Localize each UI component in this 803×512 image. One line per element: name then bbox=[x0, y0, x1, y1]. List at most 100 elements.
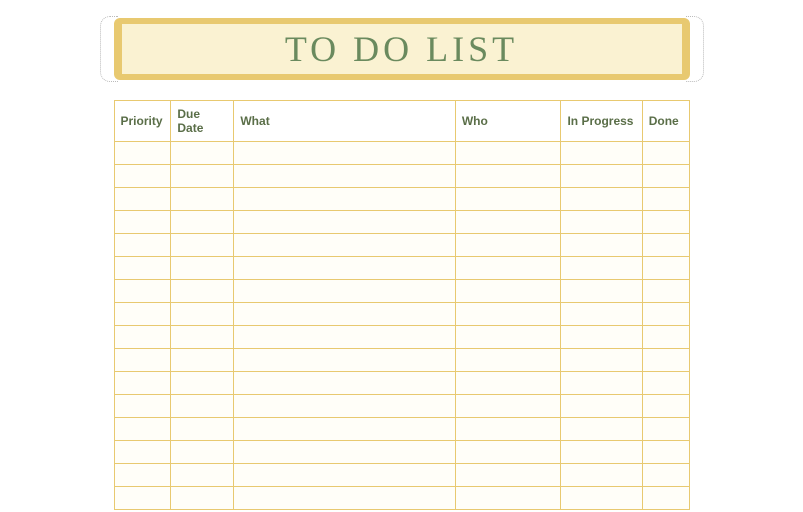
cell-who[interactable] bbox=[455, 234, 561, 257]
cell-due-date[interactable] bbox=[171, 234, 234, 257]
cell-what[interactable] bbox=[234, 234, 455, 257]
cell-what[interactable] bbox=[234, 418, 455, 441]
cell-what[interactable] bbox=[234, 464, 455, 487]
cell-done[interactable] bbox=[642, 395, 689, 418]
cell-done[interactable] bbox=[642, 211, 689, 234]
cell-in-progress[interactable] bbox=[561, 257, 642, 280]
cell-done[interactable] bbox=[642, 303, 689, 326]
cell-priority[interactable] bbox=[114, 418, 171, 441]
cell-in-progress[interactable] bbox=[561, 280, 642, 303]
cell-due-date[interactable] bbox=[171, 487, 234, 510]
cell-what[interactable] bbox=[234, 280, 455, 303]
cell-who[interactable] bbox=[455, 142, 561, 165]
cell-priority[interactable] bbox=[114, 280, 171, 303]
cell-done[interactable] bbox=[642, 188, 689, 211]
cell-priority[interactable] bbox=[114, 372, 171, 395]
cell-in-progress[interactable] bbox=[561, 395, 642, 418]
cell-done[interactable] bbox=[642, 234, 689, 257]
cell-due-date[interactable] bbox=[171, 464, 234, 487]
cell-priority[interactable] bbox=[114, 395, 171, 418]
cell-in-progress[interactable] bbox=[561, 303, 642, 326]
cell-who[interactable] bbox=[455, 395, 561, 418]
cell-priority[interactable] bbox=[114, 188, 171, 211]
cell-what[interactable] bbox=[234, 211, 455, 234]
cell-who[interactable] bbox=[455, 349, 561, 372]
cell-in-progress[interactable] bbox=[561, 418, 642, 441]
cell-priority[interactable] bbox=[114, 326, 171, 349]
cell-who[interactable] bbox=[455, 257, 561, 280]
cell-who[interactable] bbox=[455, 487, 561, 510]
cell-in-progress[interactable] bbox=[561, 142, 642, 165]
cell-priority[interactable] bbox=[114, 487, 171, 510]
cell-due-date[interactable] bbox=[171, 257, 234, 280]
col-header-priority: Priority bbox=[114, 101, 171, 142]
cell-in-progress[interactable] bbox=[561, 372, 642, 395]
cell-due-date[interactable] bbox=[171, 326, 234, 349]
cell-what[interactable] bbox=[234, 372, 455, 395]
cell-due-date[interactable] bbox=[171, 372, 234, 395]
cell-due-date[interactable] bbox=[171, 188, 234, 211]
cell-what[interactable] bbox=[234, 326, 455, 349]
cell-priority[interactable] bbox=[114, 211, 171, 234]
cell-who[interactable] bbox=[455, 303, 561, 326]
table-row bbox=[114, 188, 689, 211]
cell-what[interactable] bbox=[234, 142, 455, 165]
cell-what[interactable] bbox=[234, 188, 455, 211]
cell-priority[interactable] bbox=[114, 349, 171, 372]
cell-due-date[interactable] bbox=[171, 418, 234, 441]
cell-what[interactable] bbox=[234, 395, 455, 418]
cell-what[interactable] bbox=[234, 349, 455, 372]
cell-done[interactable] bbox=[642, 257, 689, 280]
cell-priority[interactable] bbox=[114, 257, 171, 280]
cell-due-date[interactable] bbox=[171, 395, 234, 418]
cell-done[interactable] bbox=[642, 165, 689, 188]
cell-done[interactable] bbox=[642, 487, 689, 510]
cell-what[interactable] bbox=[234, 441, 455, 464]
cell-done[interactable] bbox=[642, 142, 689, 165]
cell-what[interactable] bbox=[234, 303, 455, 326]
cell-in-progress[interactable] bbox=[561, 165, 642, 188]
cell-who[interactable] bbox=[455, 280, 561, 303]
cell-priority[interactable] bbox=[114, 142, 171, 165]
cell-who[interactable] bbox=[455, 372, 561, 395]
cell-priority[interactable] bbox=[114, 234, 171, 257]
cell-priority[interactable] bbox=[114, 165, 171, 188]
cell-due-date[interactable] bbox=[171, 349, 234, 372]
cell-due-date[interactable] bbox=[171, 303, 234, 326]
cell-in-progress[interactable] bbox=[561, 441, 642, 464]
cell-due-date[interactable] bbox=[171, 211, 234, 234]
cell-done[interactable] bbox=[642, 372, 689, 395]
cell-in-progress[interactable] bbox=[561, 234, 642, 257]
cell-priority[interactable] bbox=[114, 303, 171, 326]
cell-due-date[interactable] bbox=[171, 165, 234, 188]
cell-in-progress[interactable] bbox=[561, 326, 642, 349]
cell-priority[interactable] bbox=[114, 441, 171, 464]
cell-done[interactable] bbox=[642, 280, 689, 303]
cell-who[interactable] bbox=[455, 418, 561, 441]
cell-done[interactable] bbox=[642, 326, 689, 349]
cell-who[interactable] bbox=[455, 441, 561, 464]
cell-done[interactable] bbox=[642, 441, 689, 464]
cell-who[interactable] bbox=[455, 165, 561, 188]
cell-who[interactable] bbox=[455, 211, 561, 234]
cell-done[interactable] bbox=[642, 464, 689, 487]
cell-in-progress[interactable] bbox=[561, 349, 642, 372]
cell-what[interactable] bbox=[234, 487, 455, 510]
table-row bbox=[114, 257, 689, 280]
cell-due-date[interactable] bbox=[171, 280, 234, 303]
cell-what[interactable] bbox=[234, 257, 455, 280]
cell-who[interactable] bbox=[455, 326, 561, 349]
cell-what[interactable] bbox=[234, 165, 455, 188]
cell-in-progress[interactable] bbox=[561, 211, 642, 234]
cell-due-date[interactable] bbox=[171, 441, 234, 464]
cell-in-progress[interactable] bbox=[561, 188, 642, 211]
cell-who[interactable] bbox=[455, 188, 561, 211]
table-row bbox=[114, 349, 689, 372]
cell-in-progress[interactable] bbox=[561, 487, 642, 510]
cell-done[interactable] bbox=[642, 349, 689, 372]
cell-who[interactable] bbox=[455, 464, 561, 487]
cell-due-date[interactable] bbox=[171, 142, 234, 165]
cell-done[interactable] bbox=[642, 418, 689, 441]
cell-priority[interactable] bbox=[114, 464, 171, 487]
cell-in-progress[interactable] bbox=[561, 464, 642, 487]
